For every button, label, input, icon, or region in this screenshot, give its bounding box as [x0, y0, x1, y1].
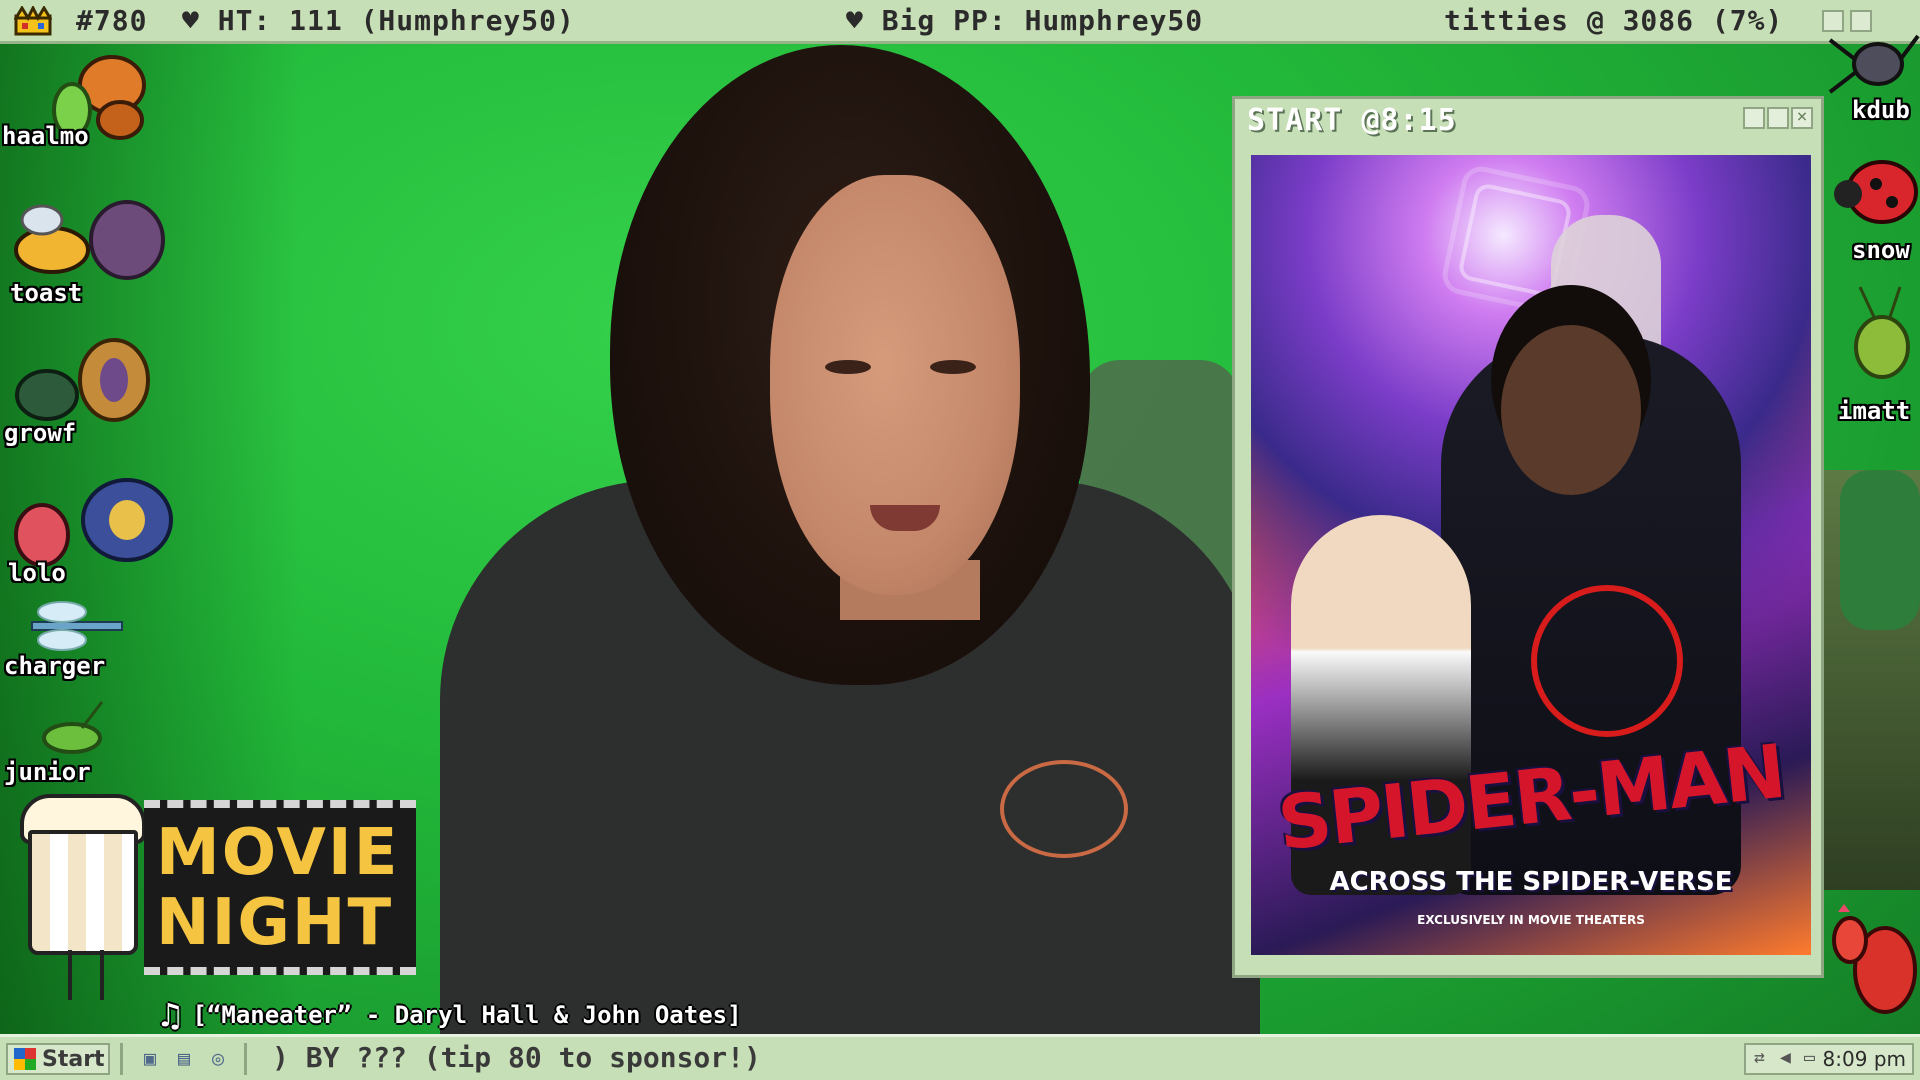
- face: [770, 175, 1020, 595]
- now-playing-text: [“Maneater” - Daryl Hall & John Oates]: [192, 1001, 742, 1029]
- window-maximize-button[interactable]: [1767, 107, 1789, 129]
- bug-name: junior: [4, 758, 91, 786]
- popcorn-bucket: [28, 830, 138, 955]
- taskbar-separator: [120, 1043, 123, 1075]
- browser-icon[interactable]: ◎: [206, 1046, 230, 1070]
- start-label: Start: [42, 1046, 105, 1072]
- bug-name: lolo: [8, 559, 66, 587]
- sponsor-ticker: ) BY ??? (tip 80 to sponsor!): [272, 1041, 761, 1074]
- right-eye: [930, 360, 976, 374]
- goal-progress: titties @ 3086 (7%): [1444, 4, 1784, 37]
- clock: 8:09 pm: [1822, 1047, 1906, 1071]
- display-icon[interactable]: ▭: [1804, 1047, 1815, 1068]
- sweater-logo: [1000, 760, 1128, 858]
- movie-night-sign: MOVIE NIGHT: [144, 800, 416, 975]
- user-bug-toast: toast: [2, 195, 172, 310]
- left-eye: [825, 360, 871, 374]
- popcorn-mascot-icon: [20, 790, 150, 1000]
- volume-icon[interactable]: ◀: [1780, 1047, 1791, 1068]
- window-minimize-button[interactable]: [1743, 107, 1765, 129]
- system-tray: ⇄ ◀ ▭ 8:09 pm: [1744, 1043, 1914, 1075]
- music-note-icon: ♫: [160, 996, 181, 1036]
- taskbar-separator: [244, 1043, 247, 1075]
- bug-name: haalmo: [2, 122, 89, 150]
- window-close-button[interactable]: ×: [1791, 107, 1813, 129]
- movie-poster: SPIDER-MAN ACROSS THE SPIDER-VERSE EXCLU…: [1251, 155, 1811, 955]
- user-bug-snow: snow: [1818, 150, 1920, 264]
- lobster-icon: [1832, 904, 1917, 1014]
- user-bug-haalmo: haalmo: [2, 40, 152, 150]
- poster-hero-head: [1501, 325, 1641, 495]
- window-title: START @8:15: [1247, 103, 1457, 138]
- bug-name: growf: [4, 419, 77, 447]
- streamer: [440, 0, 1260, 1080]
- user-bug-lolo: lolo: [2, 475, 182, 590]
- user-bug-imatt: imatt: [1818, 285, 1920, 425]
- start-button[interactable]: Start: [6, 1043, 110, 1075]
- dragonfly-icon: [31, 601, 123, 651]
- bug-name: imatt: [1838, 397, 1911, 425]
- user-bug-kdub: kdub: [1818, 20, 1920, 130]
- bug-name: kdub: [1852, 96, 1910, 124]
- crown-icon: [14, 6, 52, 36]
- bug-name: toast: [10, 279, 83, 307]
- movie-night-line1: MOVIE: [156, 816, 400, 890]
- poster-window[interactable]: START @8:15 × SPIDER-MAN ACROSS THE SPID…: [1232, 96, 1824, 978]
- ladybug-icon: [1834, 160, 1918, 224]
- taskbar: Start ▣ ▤ ◎ ) BY ??? (tip 80 to sponsor!…: [0, 1034, 1920, 1080]
- user-bug-growf: growf: [2, 335, 162, 450]
- desktop-icon[interactable]: ▣: [138, 1046, 162, 1070]
- movie-night-line2: NIGHT: [156, 886, 394, 960]
- plant: [1840, 470, 1920, 630]
- mascot-leg: [68, 950, 72, 1000]
- high-tipper: ♥ HT: 111 (Humphrey50): [182, 4, 575, 37]
- user-bug-junior: junior: [2, 698, 122, 788]
- bug-name: charger: [4, 652, 106, 680]
- spider-emblem-icon: [1531, 585, 1683, 737]
- user-bug-charger: charger: [2, 590, 142, 680]
- cricket-icon: [1854, 286, 1910, 379]
- mascot-leg: [100, 950, 104, 1000]
- now-playing: ♫ [“Maneater” - Daryl Hall & John Oates]: [160, 996, 742, 1036]
- top-status-bar: #780 ♥ HT: 111 (Humphrey50) ♥ Big PP: Hu…: [0, 0, 1920, 44]
- viewer-count: #780: [76, 4, 148, 37]
- explorer-icon[interactable]: ▤: [172, 1046, 196, 1070]
- windows-logo-icon: [14, 1048, 36, 1070]
- poster-tagline: EXCLUSIVELY IN MOVIE THEATERS: [1417, 913, 1645, 927]
- poster-subtitle: ACROSS THE SPIDER-VERSE: [1329, 867, 1733, 897]
- network-icon[interactable]: ⇄: [1754, 1047, 1765, 1068]
- big-pp-label: ♥ Big PP: Humphrey50: [846, 4, 1204, 37]
- bug-name: snow: [1852, 236, 1910, 264]
